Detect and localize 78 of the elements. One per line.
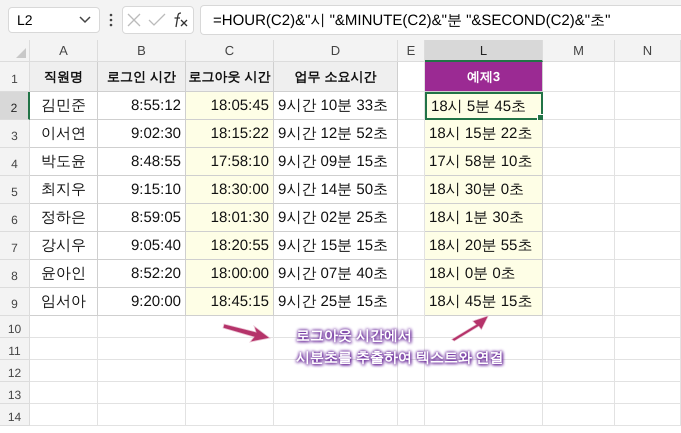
- column-heading[interactable]: 직원명: [30, 62, 98, 92]
- table-cell[interactable]: 18:15:22: [186, 120, 274, 148]
- table-cell[interactable]: 18시 30분 0초: [425, 176, 543, 204]
- formula-field[interactable]: =HOUR(C2)&"시 "&MINUTE(C2)&"분 "&SECOND(C2)&"초": [200, 5, 681, 35]
- column-heading[interactable]: 로그아웃 시간: [186, 62, 274, 92]
- table-cell[interactable]: 9시간 12분 52초: [274, 120, 398, 148]
- table-cell[interactable]: 강시우: [30, 232, 98, 260]
- row-header[interactable]: 4: [0, 148, 30, 176]
- table-cell[interactable]: 박도윤: [30, 148, 98, 176]
- select-all-corner[interactable]: [0, 40, 30, 62]
- row-header[interactable]: 7: [0, 232, 30, 260]
- table-cell[interactable]: 최지우: [30, 176, 98, 204]
- table-cell[interactable]: 9시간 25분 15초: [274, 288, 398, 316]
- table-cell[interactable]: 윤아인: [30, 260, 98, 288]
- row-header[interactable]: 5: [0, 176, 30, 204]
- name-box[interactable]: L2: [8, 7, 100, 33]
- annotation-text: 시분초를 추출하여 텍스트와 연결: [296, 349, 504, 367]
- table-cell[interactable]: 9:15:10: [98, 176, 186, 204]
- row-header[interactable]: 8: [0, 260, 30, 288]
- table-cell[interactable]: 8:48:55: [98, 148, 186, 176]
- more-icon[interactable]: [109, 13, 113, 27]
- annotation-text: 로그아웃 시간에서: [296, 327, 412, 345]
- table-cell[interactable]: 18시 5분 45초: [425, 92, 543, 120]
- table-cell[interactable]: 8:52:20: [98, 260, 186, 288]
- table-cell[interactable]: 김민준: [30, 92, 98, 120]
- row-header[interactable]: 11: [0, 338, 30, 360]
- row-header[interactable]: 10: [0, 316, 30, 338]
- table-cell[interactable]: 18시 45분 15초: [425, 288, 543, 316]
- column-header[interactable]: E: [398, 40, 425, 62]
- column-header[interactable]: C: [186, 40, 274, 62]
- row-header[interactable]: 14: [0, 404, 30, 426]
- column-header[interactable]: M: [543, 40, 615, 62]
- table-cell[interactable]: 정하은: [30, 204, 98, 232]
- row-header[interactable]: 2: [0, 92, 30, 120]
- table-cell[interactable]: 18:00:00: [186, 260, 274, 288]
- column-heading[interactable]: 로그인 시간: [98, 62, 186, 92]
- table-cell[interactable]: 18:45:15: [186, 288, 274, 316]
- caret-icon: [79, 16, 91, 24]
- table-cell[interactable]: 이서연: [30, 120, 98, 148]
- row-header[interactable]: 12: [0, 360, 30, 382]
- column-header[interactable]: L: [425, 40, 543, 62]
- table-cell[interactable]: 8:59:05: [98, 204, 186, 232]
- row-header[interactable]: 3: [0, 120, 30, 148]
- corner-triangle-icon: [16, 48, 26, 58]
- cancel-icon[interactable]: [126, 12, 142, 28]
- table-cell[interactable]: 9:02:30: [98, 120, 186, 148]
- table-cell[interactable]: 9시간 10분 33초: [274, 92, 398, 120]
- table-cell[interactable]: 9시간 09분 15초: [274, 148, 398, 176]
- table-cell[interactable]: 9시간 07분 40초: [274, 260, 398, 288]
- column-header[interactable]: A: [30, 40, 98, 62]
- column-heading[interactable]: 업무 소요시간: [274, 62, 398, 92]
- table-cell[interactable]: 9시간 14분 50초: [274, 176, 398, 204]
- table-cell[interactable]: 9시간 02분 25초: [274, 204, 398, 232]
- row-header[interactable]: 6: [0, 204, 30, 232]
- table-cell[interactable]: 임서아: [30, 288, 98, 316]
- function-icon[interactable]: [172, 12, 190, 28]
- check-icon[interactable]: [148, 13, 166, 27]
- table-cell[interactable]: 18시 1분 30초: [425, 204, 543, 232]
- table-cell[interactable]: 18시 20분 55초: [425, 232, 543, 260]
- row-header[interactable]: 13: [0, 382, 30, 404]
- table-cell[interactable]: 8:55:12: [98, 92, 186, 120]
- table-cell[interactable]: 9시간 15분 15초: [274, 232, 398, 260]
- table-cell[interactable]: 18시 0분 0초: [425, 260, 543, 288]
- table-cell[interactable]: 9:05:40: [98, 232, 186, 260]
- column-header[interactable]: D: [274, 40, 398, 62]
- table-cell[interactable]: 17:58:10: [186, 148, 274, 176]
- table-cell[interactable]: 18:30:00: [186, 176, 274, 204]
- column-heading[interactable]: 예제3: [425, 62, 543, 92]
- table-cell[interactable]: 18:05:45: [186, 92, 274, 120]
- table-cell[interactable]: 18:20:55: [186, 232, 274, 260]
- column-header[interactable]: N: [615, 40, 681, 62]
- row-header[interactable]: 1: [0, 62, 30, 92]
- column-header[interactable]: B: [98, 40, 186, 62]
- table-cell[interactable]: 18:01:30: [186, 204, 274, 232]
- row-header[interactable]: 9: [0, 288, 30, 316]
- table-cell[interactable]: 17시 58분 10초: [425, 148, 543, 176]
- table-cell[interactable]: 9:20:00: [98, 288, 186, 316]
- table-cell[interactable]: 18시 15분 22초: [425, 120, 543, 148]
